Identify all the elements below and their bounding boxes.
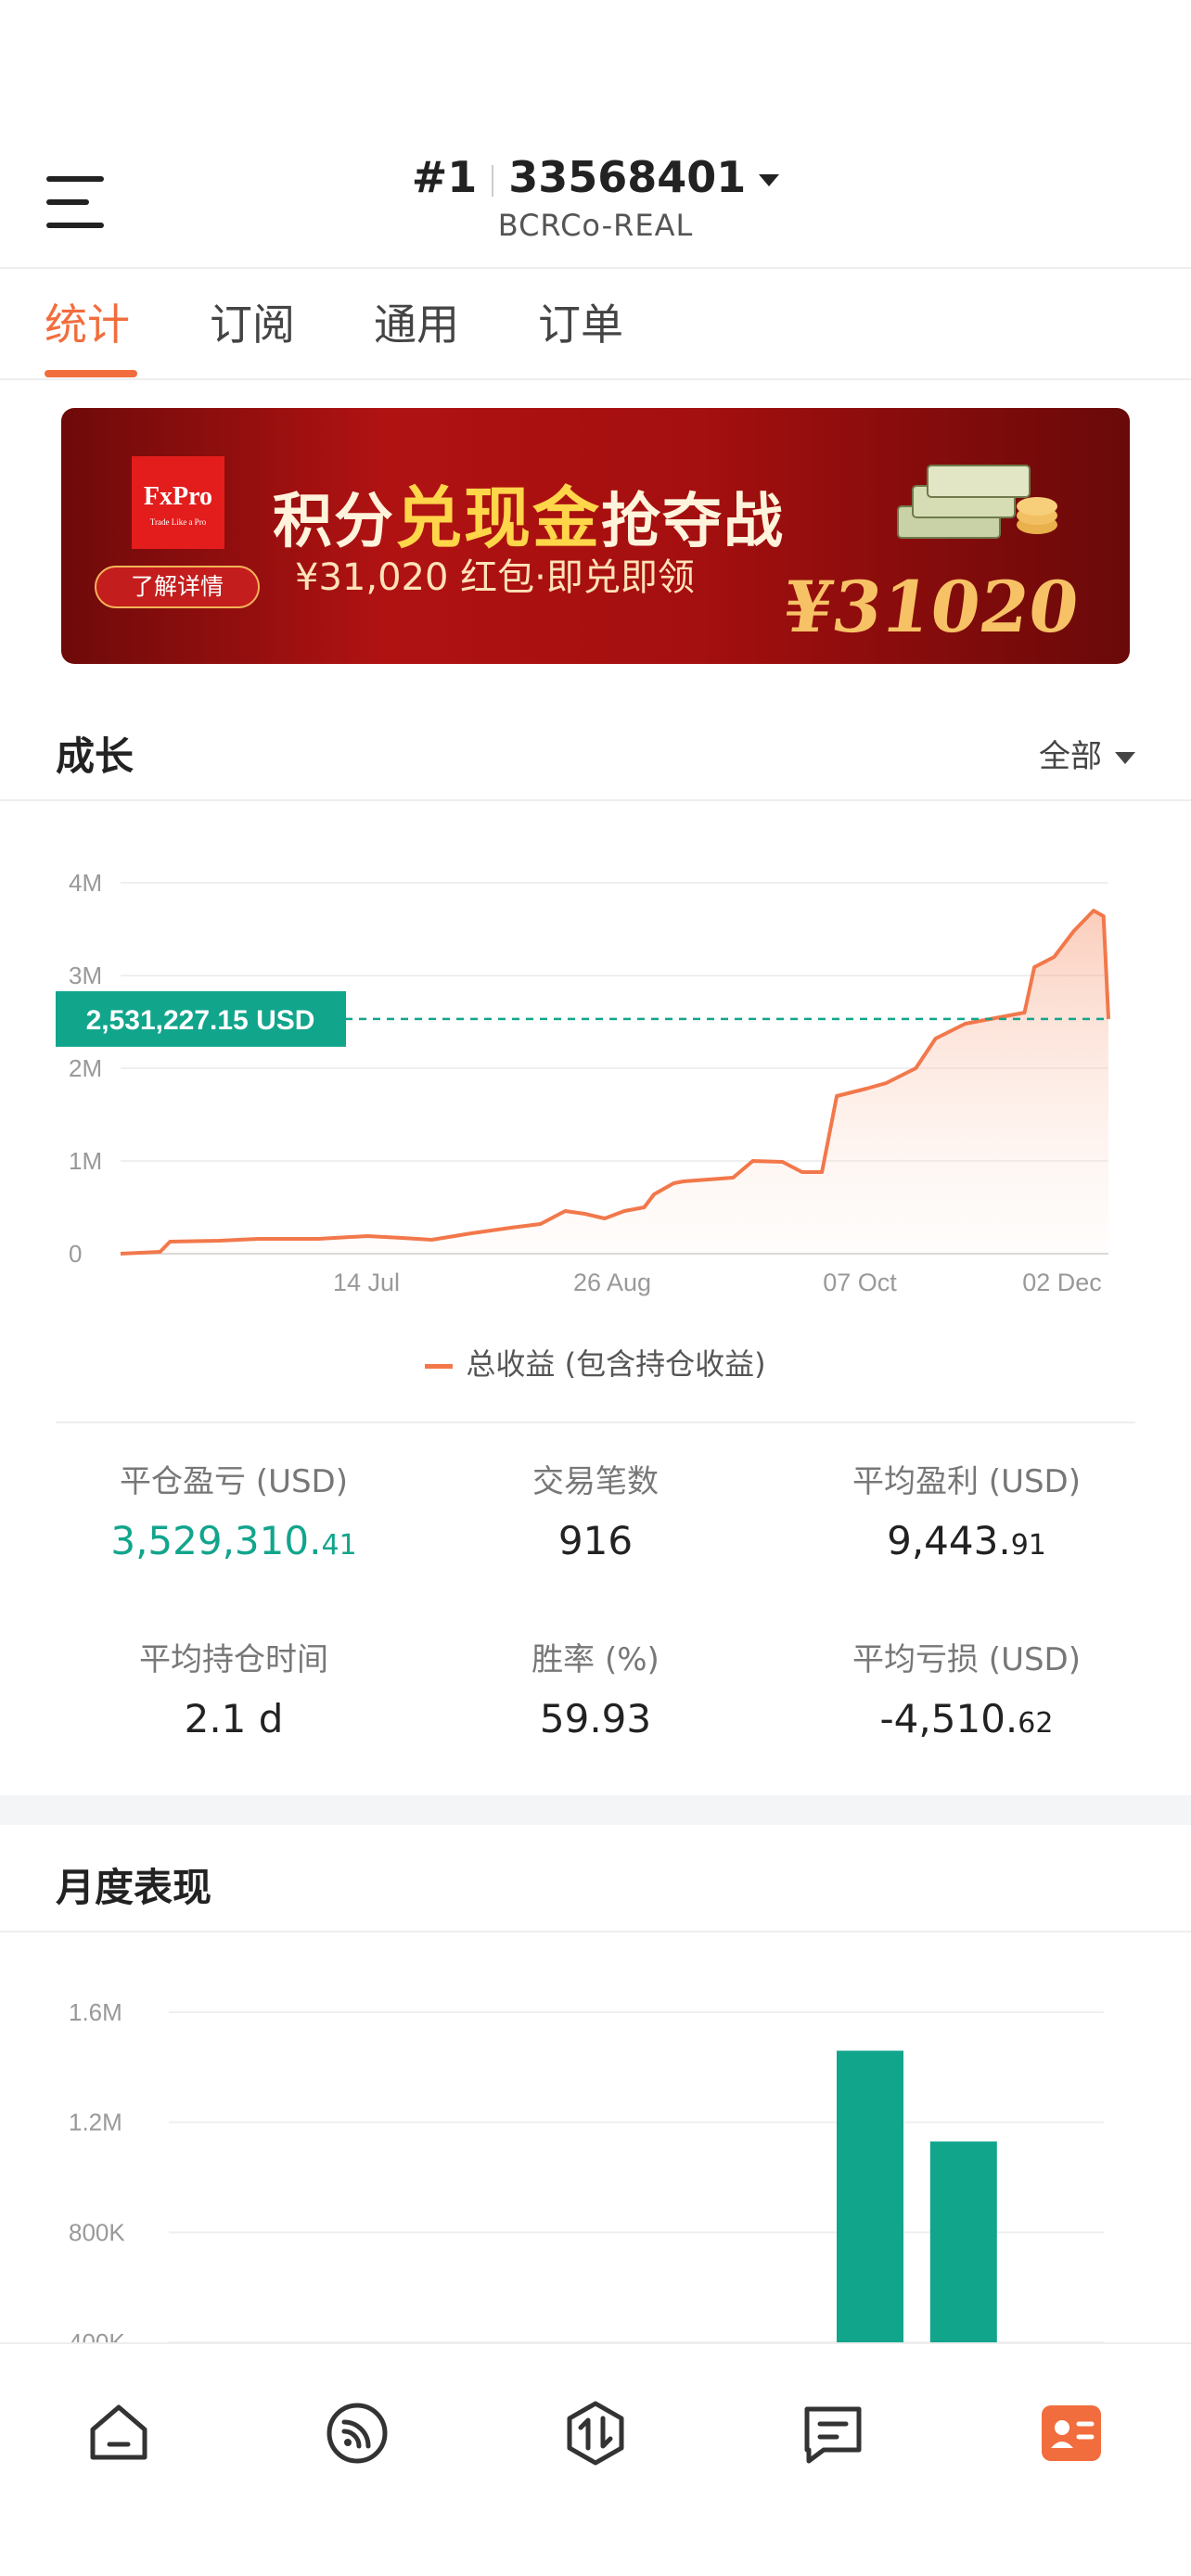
- stat-label: 胜率 (%): [531, 1641, 660, 1678]
- bottom-nav: [0, 2342, 1191, 2576]
- growth-section-header: 成长 全部: [0, 705, 1191, 801]
- x-tick-label: 26 Aug: [573, 1269, 651, 1296]
- growth-title: 成长: [56, 733, 134, 779]
- stat-label: 平仓盈亏 (USD): [120, 1463, 348, 1500]
- tab-orders[interactable]: 订单: [538, 291, 623, 352]
- account-number: 33568401: [508, 152, 747, 202]
- account-index: #1: [411, 152, 478, 202]
- stat-label: 平均持仓时间: [139, 1641, 328, 1678]
- y-tick-label: 4M: [69, 869, 102, 897]
- y-tick-label: 1M: [69, 1147, 102, 1175]
- stat-avg-profit: 平均盈利 (USD) 9,443.91: [781, 1456, 1152, 1563]
- trade-icon[interactable]: [558, 2396, 633, 2470]
- section-gap: [0, 1795, 1191, 1825]
- tab-subscribe[interactable]: 订阅: [210, 291, 295, 352]
- server-name: BCRCo-REAL: [497, 208, 694, 243]
- tab-general[interactable]: 通用: [374, 291, 459, 352]
- account-selector[interactable]: #1 33568401 BCRCo-REAL: [0, 152, 1191, 243]
- stat-label: 交易笔数: [532, 1463, 659, 1500]
- stat-closed-pnl: 平仓盈亏 (USD) 3,529,310.41: [48, 1456, 419, 1563]
- y-tick-label: 1.2M: [69, 2109, 122, 2136]
- y-tick-label: 800K: [69, 2218, 125, 2246]
- chart-legend: 总收益 (包含持仓收益): [0, 1341, 1191, 1384]
- y-tick-label: 1.6M: [69, 1998, 122, 2026]
- divider: [56, 1422, 1135, 1423]
- chevron-down-icon: [759, 174, 780, 186]
- growth-area-fill: [121, 911, 1108, 1254]
- message-icon[interactable]: [796, 2396, 870, 2470]
- active-tab-indicator: [45, 370, 137, 377]
- stat-value: 9,443.91: [887, 1518, 1046, 1563]
- period-filter[interactable]: 全部: [1039, 731, 1135, 776]
- y-tick-label: 2M: [69, 1054, 102, 1082]
- current-value-label: 2,531,227.15 USD: [86, 1005, 315, 1036]
- x-tick-label: 07 Oct: [823, 1269, 897, 1296]
- home-icon[interactable]: [82, 2396, 156, 2470]
- stat-trade-count: 交易笔数 916: [410, 1456, 781, 1563]
- tab-statistics[interactable]: 统计: [45, 291, 130, 352]
- stat-label: 平均盈利 (USD): [852, 1463, 1081, 1500]
- account-card-icon[interactable]: [1034, 2396, 1108, 2470]
- banner-subline: ¥31,020 红包·即兑即领: [295, 556, 695, 599]
- x-tick-label: 14 Jul: [333, 1269, 400, 1296]
- learn-more-button[interactable]: 了解详情: [95, 566, 260, 608]
- fxpro-logo: FxPro Trade Like a Pro: [132, 456, 224, 549]
- stat-avg-loss: 平均亏损 (USD) -4,510.62: [781, 1634, 1152, 1741]
- monthly-bar[interactable]: [929, 2141, 997, 2344]
- growth-chart[interactable]: 0 1M 2M 3M 4M 14 Jul 26 Aug 07 Oct 02 Dec 2,531…: [0, 816, 1191, 1317]
- y-tick-label: 3M: [69, 962, 102, 989]
- monthly-bar[interactable]: [837, 2050, 903, 2344]
- stat-value: 3,529,310.41: [110, 1518, 357, 1563]
- signal-feed-icon[interactable]: [320, 2396, 394, 2470]
- legend-label: 总收益 (包含持仓收益): [466, 1346, 766, 1382]
- monthly-title: 月度表现: [56, 1865, 212, 1910]
- top-header: #1 33568401 BCRCo-REAL: [0, 130, 1191, 269]
- x-tick-label: 02 Dec: [1022, 1269, 1102, 1296]
- chevron-down-icon: [1115, 752, 1135, 764]
- y-tick-label: 0: [69, 1240, 82, 1268]
- stat-value: -4,510.62: [879, 1696, 1054, 1741]
- stat-value: 2.1 d: [184, 1696, 284, 1741]
- banner-amount: ¥31020: [777, 566, 1084, 648]
- tab-bar: 统计 订阅 通用 订单: [0, 271, 1191, 380]
- stat-win-rate: 胜率 (%) 59.93: [410, 1634, 781, 1741]
- stat-avg-hold-time: 平均持仓时间 2.1 d: [48, 1634, 419, 1741]
- cash-stack-icon: [897, 465, 1057, 539]
- stat-label: 平均亏损 (USD): [852, 1641, 1081, 1678]
- status-bar: [0, 0, 1191, 130]
- promo-banner[interactable]: FxPro Trade Like a Pro 了解详情 积分兑现金抢夺战 ¥31…: [61, 408, 1130, 664]
- stat-value: 916: [557, 1518, 634, 1563]
- stat-value: 59.93: [539, 1696, 652, 1741]
- legend-swatch: [425, 1363, 454, 1369]
- monthly-section-header: 月度表现: [0, 1836, 1191, 1932]
- monthly-performance-chart[interactable]: 400K800K1.2M1.6M: [0, 1947, 1191, 2344]
